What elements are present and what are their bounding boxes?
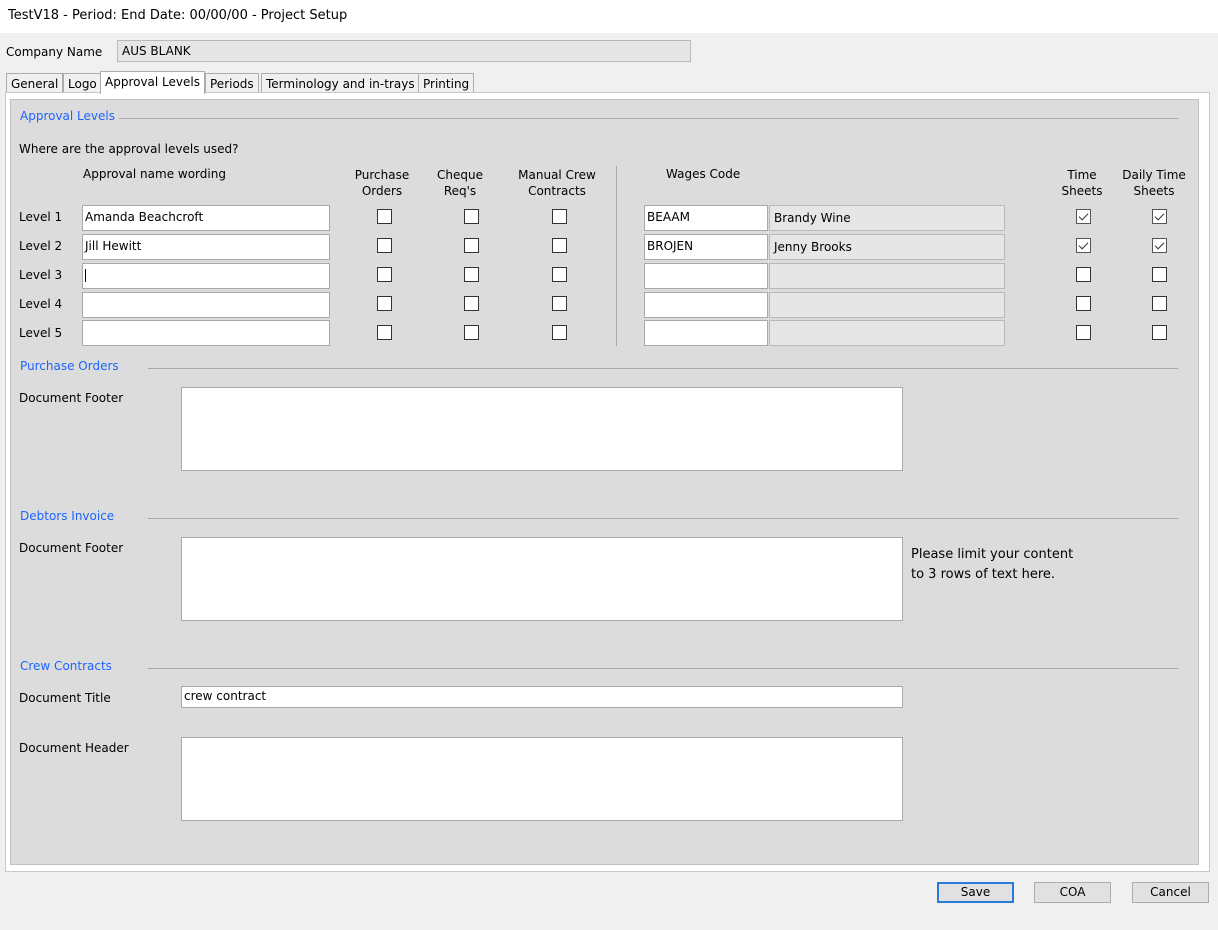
daily-time-sheets-checkbox-3[interactable]	[1152, 267, 1167, 282]
manual-crew-checkbox-4[interactable]	[552, 296, 567, 311]
manual-crew-checkbox-5[interactable]	[552, 325, 567, 340]
level-label: Level 1	[19, 210, 63, 224]
section-divider	[119, 118, 1178, 119]
header-wages-code: Wages Code	[666, 167, 741, 181]
purchase-orders-checkbox-2[interactable]	[377, 238, 392, 253]
purchase-orders-checkbox-1[interactable]	[377, 209, 392, 224]
time-sheets-checkbox-2[interactable]	[1076, 238, 1091, 253]
document-title-input[interactable]: crew contract	[181, 686, 903, 708]
header-approval-name: Approval name wording	[83, 167, 226, 181]
section-divider	[148, 518, 1178, 519]
header-daily-time-sheets: Daily Time Sheets	[1122, 168, 1186, 198]
company-name-field: AUS BLANK	[117, 40, 691, 62]
wages-code-input-4[interactable]	[644, 292, 768, 318]
time-sheets-checkbox-3[interactable]	[1076, 267, 1091, 282]
wages-name-field-4	[769, 292, 1005, 318]
purchase-orders-checkbox-5[interactable]	[377, 325, 392, 340]
section-divider	[148, 668, 1178, 669]
daily-time-sheets-checkbox-1[interactable]	[1152, 209, 1167, 224]
daily-time-sheets-checkbox-2[interactable]	[1152, 238, 1167, 253]
manual-crew-checkbox-3[interactable]	[552, 267, 567, 282]
wages-name-field-1: Brandy Wine	[769, 205, 1005, 231]
tab-printing[interactable]: Printing	[418, 73, 475, 93]
daily-time-sheets-checkbox-4[interactable]	[1152, 296, 1167, 311]
header-cheque-reqs: Cheque Req's	[437, 168, 483, 198]
approval-name-input-1[interactable]: Amanda Beachcroft	[82, 205, 330, 231]
coa-button[interactable]: COA	[1034, 882, 1111, 903]
approval-name-input-3[interactable]	[82, 263, 330, 289]
purchase-orders-checkbox-3[interactable]	[377, 267, 392, 282]
cheque-reqs-checkbox-2[interactable]	[464, 238, 479, 253]
crew-contracts-section-title: Crew Contracts	[20, 659, 112, 673]
time-sheets-checkbox-1[interactable]	[1076, 209, 1091, 224]
wages-code-input-2[interactable]: BROJEN	[644, 234, 768, 260]
debtors-invoice-section-title: Debtors Invoice	[20, 509, 115, 523]
approval-name-input-5[interactable]	[82, 320, 330, 346]
tab-periods[interactable]: Periods	[205, 73, 259, 93]
cheque-reqs-checkbox-1[interactable]	[464, 209, 479, 224]
header-manual-crew-contracts: Manual Crew Contracts	[518, 168, 596, 198]
wages-name-field-3	[769, 263, 1005, 289]
level-label: Level 4	[19, 297, 63, 311]
cheque-reqs-checkbox-5[interactable]	[464, 325, 479, 340]
wages-code-input-1[interactable]: BEAAM	[644, 205, 768, 231]
tab-terminology[interactable]: Terminology and in-trays	[261, 73, 420, 93]
level-label: Level 2	[19, 239, 63, 253]
tab-general[interactable]: General	[6, 73, 64, 93]
cheque-reqs-checkbox-4[interactable]	[464, 296, 479, 311]
approval-name-input-4[interactable]	[82, 292, 330, 318]
debtors-footer-textarea[interactable]	[181, 537, 903, 621]
approval-levels-section-title: Approval Levels	[20, 109, 115, 123]
manual-crew-checkbox-1[interactable]	[552, 209, 567, 224]
tab-approval-levels[interactable]: Approval Levels	[100, 71, 205, 94]
header-purchase-orders: Purchase Orders	[354, 168, 410, 198]
daily-time-sheets-checkbox-5[interactable]	[1152, 325, 1167, 340]
debtors-footer-label: Document Footer	[19, 541, 124, 555]
purchase-orders-checkbox-4[interactable]	[377, 296, 392, 311]
po-footer-label: Document Footer	[19, 391, 124, 405]
wages-code-input-5[interactable]	[644, 320, 768, 346]
save-button[interactable]: Save	[937, 882, 1014, 903]
title-bar: TestV18 - Period: End Date: 00/00/00 - P…	[0, 0, 1218, 33]
cheque-reqs-checkbox-3[interactable]	[464, 267, 479, 282]
content-limit-hint: Please limit your content to 3 rows of t…	[911, 547, 1074, 582]
document-title-label: Document Title	[19, 691, 111, 705]
cancel-button[interactable]: Cancel	[1132, 882, 1209, 903]
time-sheets-checkbox-5[interactable]	[1076, 325, 1091, 340]
company-name-label: Company Name	[6, 45, 103, 59]
level-label: Level 3	[19, 268, 63, 282]
approval-name-input-2[interactable]: Jill Hewitt	[82, 234, 330, 260]
document-header-label: Document Header	[19, 741, 129, 755]
manual-crew-checkbox-2[interactable]	[552, 238, 567, 253]
purchase-orders-section-title: Purchase Orders	[20, 359, 119, 373]
approval-question: Where are the approval levels used?	[19, 142, 239, 156]
section-divider	[148, 368, 1178, 369]
window-title: TestV18 - Period: End Date: 00/00/00 - P…	[8, 8, 348, 23]
wages-code-input-3[interactable]	[644, 263, 768, 289]
level-label: Level 5	[19, 326, 63, 340]
text-caret	[85, 269, 86, 282]
time-sheets-checkbox-4[interactable]	[1076, 296, 1091, 311]
tab-logo[interactable]: Logo	[63, 73, 102, 93]
column-divider	[616, 166, 617, 346]
wages-name-field-5	[769, 320, 1005, 346]
document-header-textarea[interactable]	[181, 737, 903, 821]
wages-name-field-2: Jenny Brooks	[769, 234, 1005, 260]
po-footer-textarea[interactable]	[181, 387, 903, 471]
header-time-sheets: Time Sheets	[1061, 168, 1103, 198]
